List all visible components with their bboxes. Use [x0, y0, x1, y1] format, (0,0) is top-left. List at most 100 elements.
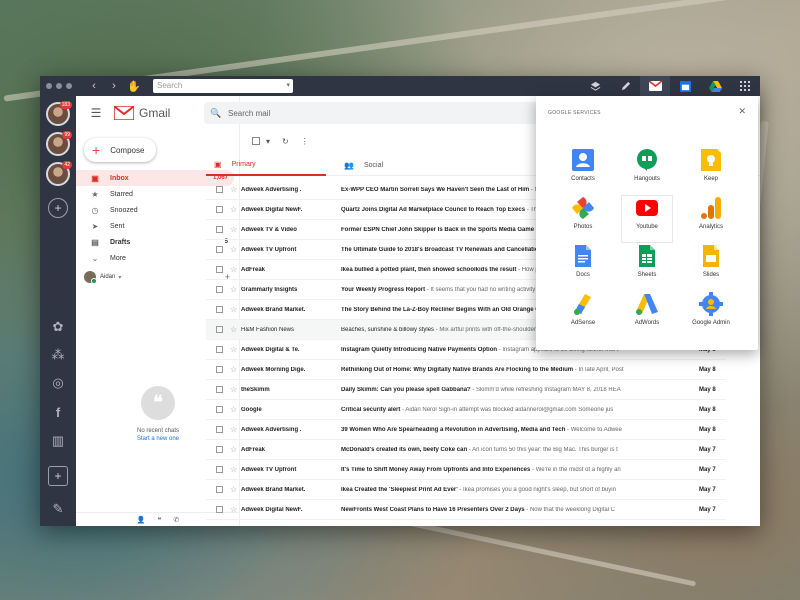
app-hangouts[interactable]: Hangouts — [622, 148, 672, 194]
calendar-app-icon[interactable] — [670, 76, 700, 96]
chevron-down-icon: ⌄ — [91, 253, 99, 263]
search-mail-input[interactable]: 🔍 Search mail ▾ — [204, 102, 564, 124]
row-checkbox[interactable] — [216, 286, 223, 293]
row-checkbox[interactable] — [216, 446, 223, 453]
drive-app-icon[interactable] — [700, 76, 730, 96]
back-icon[interactable]: ‹ — [84, 80, 104, 92]
email-subject: Former ESPN Chief John Skipper Is Back i… — [341, 226, 535, 233]
star-icon[interactable]: ☆ — [230, 305, 237, 314]
phone-icon[interactable]: ✆ — [173, 516, 179, 524]
app-google-admin[interactable]: Google Admin — [686, 292, 736, 338]
row-checkbox[interactable] — [216, 306, 223, 313]
chevron-down-icon[interactable]: ▾ — [266, 137, 270, 146]
app-label: Photos — [573, 224, 593, 230]
app-slides[interactable]: Slides — [686, 244, 736, 290]
star-icon[interactable]: ☆ — [230, 245, 237, 254]
star-icon[interactable]: ☆ — [230, 185, 237, 194]
email-row[interactable]: ☆ Adweek Morning Dige. Rethinking Out of H… — [206, 360, 726, 380]
facebook-icon[interactable]: f — [49, 404, 67, 422]
row-checkbox[interactable] — [216, 426, 223, 433]
intercom-icon[interactable]: ▥ — [49, 432, 67, 450]
select-all-checkbox[interactable] — [252, 137, 260, 145]
star-icon[interactable]: ☆ — [230, 365, 237, 374]
app-youtube[interactable]: Youtube — [622, 196, 672, 242]
email-row[interactable]: ☆ Adweek Digital NewF. NewFronts West Coas… — [206, 500, 726, 520]
star-icon[interactable]: ☆ — [230, 505, 237, 514]
row-checkbox[interactable] — [216, 246, 223, 253]
avatar[interactable]: 183 — [46, 101, 72, 126]
star-icon[interactable]: ☆ — [230, 285, 237, 294]
minimize-window-button[interactable] — [56, 83, 62, 89]
app-analytics[interactable]: Analytics — [686, 196, 736, 242]
row-checkbox[interactable] — [216, 206, 223, 213]
person-icon[interactable]: 👤 — [137, 516, 146, 524]
more-vert-icon[interactable]: ⋮ — [301, 137, 309, 146]
row-checkbox[interactable] — [216, 486, 223, 493]
row-checkbox[interactable] — [216, 406, 223, 413]
tab-label: Social — [363, 161, 384, 169]
compose-button[interactable]: + Compose — [84, 138, 156, 162]
app-photos[interactable]: Photos — [558, 196, 608, 242]
star-icon[interactable]: ☆ — [230, 205, 237, 214]
pen-icon[interactable] — [610, 76, 640, 96]
star-icon[interactable]: ☆ — [230, 405, 237, 414]
row-checkbox[interactable] — [216, 186, 223, 193]
tab-social[interactable]: 👥 Social — [336, 154, 456, 176]
row-checkbox[interactable] — [216, 346, 223, 353]
close-window-button[interactable] — [46, 83, 52, 89]
row-checkbox[interactable] — [216, 386, 223, 393]
google-admin-icon — [699, 292, 723, 316]
refresh-icon[interactable]: ↻ — [282, 137, 289, 146]
apps-grid-icon[interactable] — [730, 76, 760, 96]
email-row[interactable]: ☆ theSkimm Daily Skimm: Can you please spe… — [206, 380, 726, 400]
row-checkbox[interactable] — [216, 366, 223, 373]
avatar[interactable]: 99 — [46, 131, 72, 156]
row-checkbox[interactable] — [216, 226, 223, 233]
hand-icon[interactable]: ✋ — [124, 80, 144, 93]
app-adsense[interactable]: AdSense — [558, 292, 608, 338]
star-icon[interactable]: ☆ — [230, 445, 237, 454]
menu-icon[interactable]: ☰ — [82, 106, 110, 120]
close-icon[interactable]: ✕ — [738, 106, 746, 117]
search-icon: 🔍 — [210, 107, 222, 118]
app-adwords[interactable]: AdWords — [622, 292, 672, 338]
chevron-down-icon[interactable]: ▾ — [118, 274, 121, 281]
app-keep[interactable]: Keep — [686, 148, 736, 194]
email-row[interactable]: ☆ AdFreak McDonald's created its own, beef… — [206, 440, 726, 460]
add-account-button[interactable]: + — [48, 198, 68, 218]
star-icon[interactable]: ☆ — [230, 345, 237, 354]
star-icon[interactable]: ☆ — [230, 485, 237, 494]
app-docs[interactable]: Docs — [558, 244, 608, 290]
avatar[interactable]: 42 — [46, 161, 72, 186]
layers-icon[interactable] — [580, 76, 610, 96]
window-controls[interactable] — [46, 83, 72, 89]
skype-icon[interactable]: ✿ — [49, 318, 67, 336]
email-row[interactable]: ☆ Adweek Advertising . 39 Women Who Are Sp… — [206, 420, 726, 440]
star-icon[interactable]: ☆ — [230, 225, 237, 234]
email-row[interactable]: ☆ Google Critical security alert - Aidan N… — [206, 400, 726, 420]
toolbar-search-input[interactable]: Search ▾ — [153, 79, 293, 93]
star-icon[interactable]: ☆ — [230, 325, 237, 334]
add-app-button[interactable]: + — [48, 466, 68, 486]
row-checkbox[interactable] — [216, 466, 223, 473]
maximize-window-button[interactable] — [66, 83, 72, 89]
app-sheets[interactable]: Sheets — [622, 244, 672, 290]
hangouts-icon[interactable]: ❝ — [158, 516, 162, 524]
tab-primary[interactable]: ▣ Primary — [206, 154, 326, 176]
wrench-icon[interactable]: ✎ — [49, 500, 67, 518]
email-row[interactable]: ☆ Adweek Brand Market. Ikea Created the 'S… — [206, 480, 726, 500]
forward-icon[interactable]: › — [104, 80, 124, 92]
row-checkbox[interactable] — [216, 266, 223, 273]
gmail-app-icon[interactable] — [640, 76, 670, 96]
star-icon[interactable]: ☆ — [230, 425, 237, 434]
app-contacts[interactable]: Contacts — [558, 148, 608, 194]
star-icon[interactable]: ☆ — [230, 265, 237, 274]
chevron-down-icon[interactable]: ▾ — [286, 79, 290, 93]
email-row[interactable]: ☆ Adweek TV Upfront It's Time to Shift Mon… — [206, 460, 726, 480]
star-icon[interactable]: ☆ — [230, 465, 237, 474]
row-checkbox[interactable] — [216, 506, 223, 513]
cluster-icon[interactable]: ⁂ — [49, 346, 67, 364]
star-icon[interactable]: ☆ — [230, 385, 237, 394]
row-checkbox[interactable] — [216, 326, 223, 333]
whatsapp-icon[interactable]: ◎ — [49, 374, 67, 392]
